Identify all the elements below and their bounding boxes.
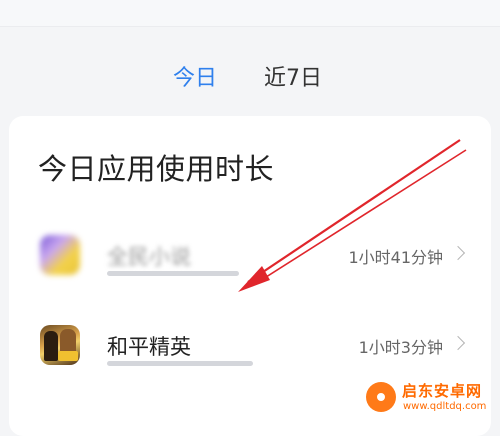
app-name: 和平精英 — [107, 335, 191, 359]
watermark-url: www.qdltdq.com — [403, 401, 487, 412]
period-tabs: 今日 近7日 — [0, 62, 500, 96]
usage-duration: 1小时41分钟 — [348, 248, 443, 267]
app-usage-row[interactable]: 全民小说 1小时41分钟 — [9, 222, 491, 292]
peace-elite-icon — [40, 325, 80, 365]
app-icon-blurred — [40, 235, 80, 275]
chevron-right-icon — [450, 335, 466, 351]
watermark-logo-icon — [366, 382, 396, 412]
app-usage-row[interactable]: 和平精英 1小时3分钟 — [9, 312, 491, 382]
card-title: 今日应用使用时长 — [38, 152, 275, 186]
watermark-title: 启东安卓网 — [402, 382, 483, 400]
usage-bar — [107, 361, 253, 366]
tab-last-7-days[interactable]: 近7日 — [264, 62, 322, 96]
top-strip — [0, 0, 500, 27]
chevron-right-icon — [450, 245, 466, 261]
usage-bar — [107, 271, 239, 276]
app-name: 全民小说 — [107, 245, 191, 269]
site-watermark: 启东安卓网 www.qdltdq.com — [366, 380, 494, 416]
tab-today[interactable]: 今日 — [173, 62, 217, 96]
usage-duration: 1小时3分钟 — [358, 338, 443, 357]
